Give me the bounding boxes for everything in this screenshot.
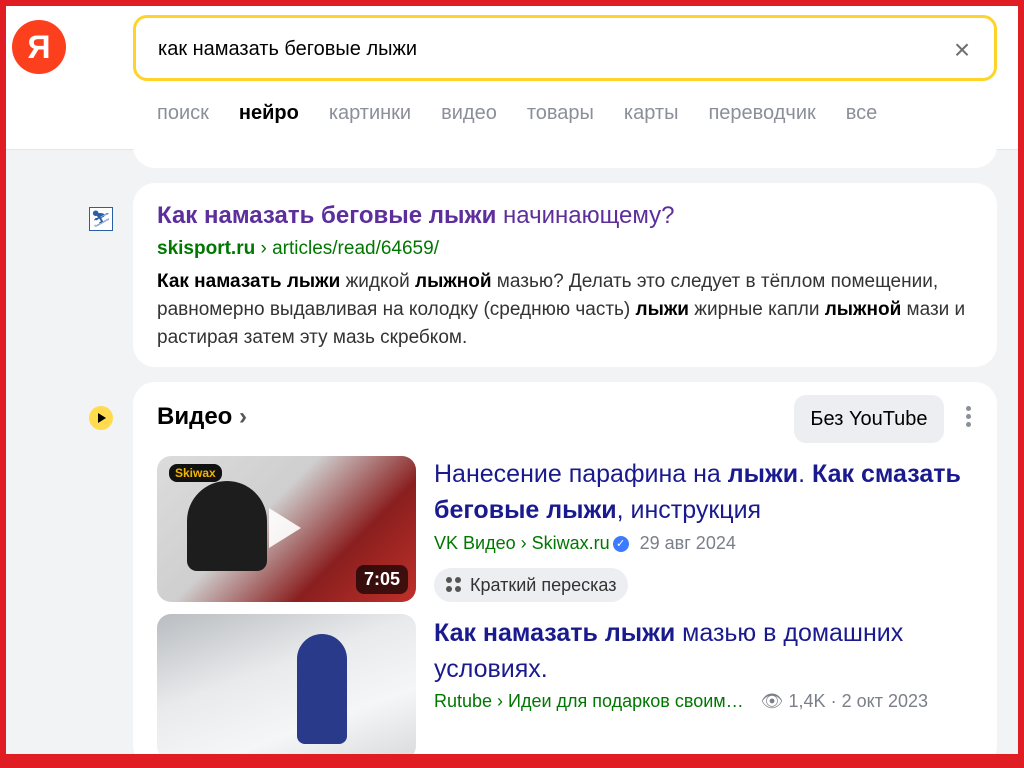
snippet-part: жидкой xyxy=(340,271,415,292)
header: Я × поискнейрокартинкивидеотоварыкартыпе… xyxy=(0,0,1024,150)
play-icon xyxy=(269,508,301,548)
clear-search-button[interactable]: × xyxy=(948,36,976,64)
video-thumbnail-2[interactable] xyxy=(157,614,416,760)
skier-icon: ⛷ xyxy=(89,207,113,231)
video-thumbnail-1[interactable]: Skiwax 7:05 xyxy=(157,456,416,602)
video-title-1[interactable]: Нанесение парафина на лыжи. Как смазать … xyxy=(434,456,974,528)
snippet-part: Как намазать лыжи xyxy=(157,271,341,292)
summary-button[interactable]: Краткий пересказ xyxy=(434,568,629,602)
video-play-icon xyxy=(89,406,113,430)
video-date: 29 авг 2024 xyxy=(639,533,736,553)
video-heading-label: Видео xyxy=(157,403,233,430)
chevron-right-icon: › xyxy=(239,403,247,430)
search-box: × xyxy=(133,15,997,81)
video-date: 2 окт 2023 xyxy=(841,691,928,711)
skiwax-logo: Skiwax xyxy=(169,464,222,482)
summary-label: Краткий пересказ xyxy=(470,574,617,595)
video-title-2[interactable]: Как намазать лыжи мазью в домашних услов… xyxy=(434,615,974,687)
result-domain: skisport.ru xyxy=(157,238,256,259)
more-options-icon[interactable] xyxy=(958,403,978,435)
video-section-heading[interactable]: Видео › xyxy=(157,403,247,431)
video-source[interactable]: VK Видео › Skiwax.ru xyxy=(434,533,610,553)
result-url[interactable]: skisport.ru › articles/read/64659/ xyxy=(157,238,439,260)
result-path: › articles/read/64659/ xyxy=(255,238,439,259)
video-meta-2: Rutube › Идеи для подарков своим… 👁 1,4K… xyxy=(434,691,928,712)
summary-icon xyxy=(446,577,462,593)
result-title-bold: Как намазать беговые лыжи xyxy=(157,202,497,229)
verified-icon: ✓ xyxy=(612,536,629,552)
thumbnail-person xyxy=(297,634,347,744)
search-input[interactable] xyxy=(158,34,918,64)
snippet-part: лыжи xyxy=(635,299,689,320)
meta-separator: · xyxy=(830,691,837,711)
video-duration: 7:05 xyxy=(355,565,408,594)
video-title-part: , инструкция xyxy=(616,496,762,524)
snippet-part: лыжной xyxy=(415,271,492,292)
snippet-part: жирные капли xyxy=(688,299,825,320)
video-title-part: Как намазать лыжи xyxy=(434,619,676,647)
video-views: 1,4K xyxy=(788,691,826,711)
video-title-part: . xyxy=(798,460,813,488)
video-title-part: лыжи xyxy=(727,460,799,488)
yandex-logo[interactable]: Я xyxy=(12,20,66,74)
result-title-link[interactable]: Как намазать беговые лыжи начинающему? xyxy=(157,202,675,230)
video-source[interactable]: Rutube › Идеи для подарков своим… xyxy=(434,691,744,711)
previous-card-fragment xyxy=(133,130,997,168)
result-title-rest: начинающему? xyxy=(496,202,675,229)
without-youtube-button[interactable]: Без YouTube xyxy=(794,395,944,443)
video-meta-1: VK Видео › Skiwax.ru ✓ 29 авг 2024 xyxy=(434,533,736,554)
views-icon: 👁 xyxy=(760,691,784,711)
result-snippet: Как намазать лыжи жидкой лыжной мазью? Д… xyxy=(157,268,977,352)
video-title-part: Нанесение парафина на xyxy=(434,460,728,488)
thumbnail-person xyxy=(187,481,267,571)
snippet-part: лыжной xyxy=(824,299,902,320)
